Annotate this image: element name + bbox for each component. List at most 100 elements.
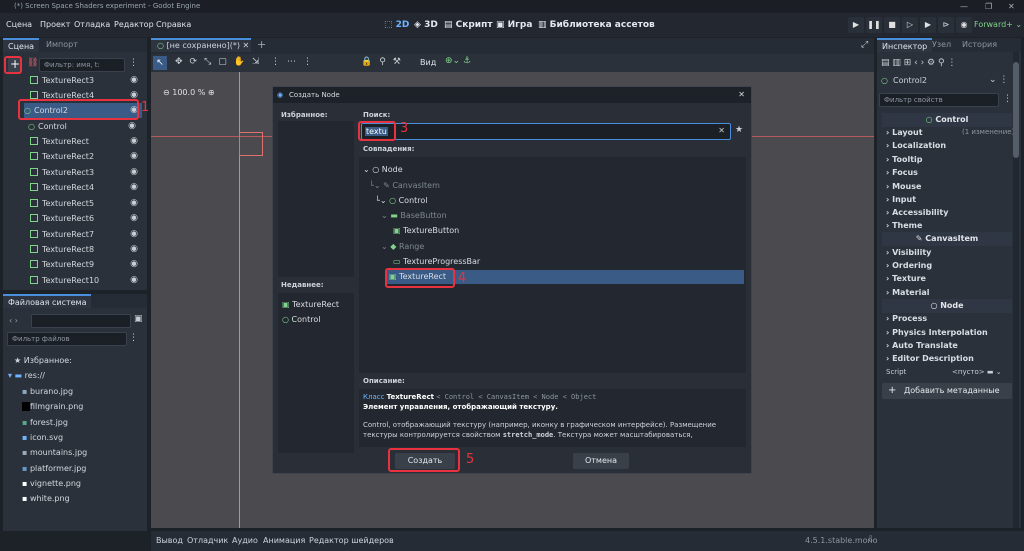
path-input[interactable]	[31, 314, 131, 328]
inspected-node-name[interactable]: Control2	[893, 76, 927, 85]
tree-item-textureprogressbar[interactable]: ▭ TextureProgressBar	[393, 255, 480, 269]
file-item[interactable]: ▪ mountains.jpg	[22, 445, 87, 460]
play-scene-icon[interactable]: ▶	[920, 17, 936, 33]
close-window-button[interactable]: ✕	[1008, 0, 1015, 13]
menu-help[interactable]: Справка	[156, 20, 191, 29]
file-filter-options-icon[interactable]: ⋮	[129, 333, 138, 343]
section-control[interactable]: ○ Control	[882, 113, 1012, 127]
play-custom-icon[interactable]: ⊳	[938, 17, 954, 33]
tab-debugger[interactable]: Отладчик	[187, 536, 228, 545]
nav-arrows-icon[interactable]: ‹ ›	[9, 316, 18, 325]
tab-filesystem[interactable]: Файловая система	[3, 294, 92, 308]
file-item[interactable]: ▪ white.png	[22, 491, 70, 506]
main-3d-button[interactable]: ◈ 3D	[414, 18, 438, 32]
tab-history[interactable]: История	[957, 38, 1002, 52]
tree-item-node[interactable]: ⌄ ○ Node	[363, 163, 403, 177]
recent-item[interactable]: ▣ TextureRect	[282, 298, 339, 312]
view-menu[interactable]: Вид	[420, 58, 436, 67]
scene-filter-input[interactable]: Фильтр: имя, t:	[39, 58, 125, 72]
prop-material[interactable]: › Material	[886, 286, 930, 299]
eye-icon[interactable]: ◉	[130, 134, 138, 149]
prop-focus[interactable]: › Focus	[886, 166, 918, 179]
panel-toggle-icon[interactable]: ⇩	[867, 535, 875, 545]
tree-row[interactable]: TextureRect2 ◉	[30, 149, 142, 164]
node-history-icon[interactable]: ⌄ ⋮	[989, 75, 1008, 85]
eye-icon[interactable]: ◉	[130, 165, 138, 180]
search-input[interactable]: textu ✕	[361, 123, 731, 140]
eye-icon[interactable]: ◉	[130, 242, 138, 257]
tree-row[interactable]: TextureRect3 ◉	[30, 73, 142, 88]
split-view-icon[interactable]: ▣	[134, 314, 143, 324]
lock-group-icons[interactable]: 🔒⚲⚒	[361, 57, 408, 67]
tree-row[interactable]: TextureRect ◉	[30, 134, 142, 149]
cancel-button[interactable]: Отмена	[573, 453, 629, 469]
favorites-list[interactable]	[278, 121, 354, 277]
tree-item-control[interactable]: └⌄ ○ Control	[375, 194, 428, 208]
clear-search-icon[interactable]: ✕	[718, 126, 725, 135]
prop-localization[interactable]: › Localization	[886, 139, 946, 152]
scene-tab[interactable]: ○ [не сохранено](*) ✕	[151, 38, 251, 52]
file-item[interactable]: ▪ filmgrain.png	[22, 399, 83, 414]
tree-row[interactable]: TextureRect7 ◉	[30, 227, 142, 242]
scene-filter-options-icon[interactable]: ⋮	[129, 58, 138, 68]
prop-process[interactable]: › Process	[886, 312, 927, 325]
root-folder[interactable]: ▾ ▬ res://	[8, 368, 45, 383]
eye-icon[interactable]: ◉	[130, 149, 138, 164]
renderer-select[interactable]: Forward+ ⌄	[974, 20, 1022, 29]
zoom-level[interactable]: ⊖ 100.0 % ⊕	[163, 88, 215, 97]
menu-debug[interactable]: Отладка	[74, 20, 110, 29]
section-node[interactable]: ○ Node	[882, 299, 1012, 313]
menu-editor[interactable]: Редактор	[114, 20, 154, 29]
tab-node[interactable]: Узел	[927, 38, 956, 52]
tree-row[interactable]: TextureRect5 ◉	[30, 196, 142, 211]
prop-texture[interactable]: › Texture	[886, 272, 926, 285]
close-tab-icon[interactable]: ✕	[243, 41, 250, 50]
eye-icon[interactable]: ◉	[130, 211, 138, 226]
tool-icons[interactable]: ✥⟳⤡▢✋⇲	[175, 57, 267, 67]
inspector-toolbar-icons[interactable]: ▤ ▥ ⊞ ‹ › ⚙ ⚲ ⋮	[881, 58, 956, 68]
tab-output[interactable]: Вывод	[156, 536, 183, 545]
tab-scene[interactable]: Сцена	[3, 38, 40, 52]
distraction-free-icon[interactable]: ⤢	[861, 40, 868, 50]
tree-row[interactable]: TextureRect4 ◉	[30, 180, 142, 195]
prop-layout[interactable]: › Layout	[886, 126, 923, 139]
property-filter-input[interactable]: Фильтр свойств	[879, 93, 999, 107]
prop-editor-description[interactable]: › Editor Description	[886, 352, 974, 365]
dialog-close-icon[interactable]: ✕	[738, 87, 745, 103]
select-mode-icon[interactable]: ↖	[153, 56, 167, 70]
prop-visibility[interactable]: › Visibility	[886, 246, 931, 259]
minimize-button[interactable]: —	[960, 0, 968, 13]
tree-row[interactable]: TextureRect8 ◉	[30, 242, 142, 257]
tab-import[interactable]: Импорт	[41, 38, 83, 52]
add-key-icon[interactable]: ⊕⌄ ⚓	[445, 56, 471, 66]
main-2d-button[interactable]: ⬚ 2D	[384, 18, 409, 32]
prop-input[interactable]: › Input	[886, 193, 916, 206]
tree-row[interactable]: ○ Control ◉	[28, 119, 140, 134]
recent-item[interactable]: ○ Control	[282, 313, 320, 327]
movie-icon[interactable]: ◉	[956, 17, 972, 33]
prop-theme[interactable]: › Theme	[886, 219, 922, 232]
tab-inspector[interactable]: Инспектор	[877, 38, 933, 52]
selected-control[interactable]	[239, 132, 263, 156]
file-item[interactable]: ▪ vignette.png	[22, 476, 81, 491]
tab-audio[interactable]: Аудио	[232, 536, 258, 545]
new-tab-button[interactable]: +	[257, 38, 266, 51]
eye-icon[interactable]: ◉	[128, 119, 136, 134]
main-assetlib-button[interactable]: ▥ Библиотека ассетов	[538, 18, 655, 32]
favorites-item[interactable]: ★ Избранное:	[14, 353, 72, 368]
tab-shader-editor[interactable]: Редактор шейдеров	[309, 536, 394, 545]
remote-debug-icon[interactable]: ▷	[902, 17, 918, 33]
prop-ordering[interactable]: › Ordering	[886, 259, 932, 272]
snap-icons[interactable]: ⋮⋯⋮	[271, 57, 319, 67]
eye-icon[interactable]: ◉	[130, 227, 138, 242]
tree-row[interactable]: TextureRect9 ◉	[30, 257, 142, 272]
prop-accessibility[interactable]: › Accessibility	[886, 206, 948, 219]
file-item[interactable]: ▪ burano.jpg	[22, 384, 73, 399]
eye-icon[interactable]: ◉	[130, 196, 138, 211]
eye-icon[interactable]: ◉	[130, 73, 138, 88]
tree-row[interactable]: TextureRect6 ◉	[30, 211, 142, 226]
eye-icon[interactable]: ◉	[130, 257, 138, 272]
pause-icon[interactable]: ❚❚	[866, 17, 882, 33]
prop-physics-interpolation[interactable]: › Physics Interpolation	[886, 326, 988, 339]
menu-project[interactable]: Проект	[40, 20, 70, 29]
